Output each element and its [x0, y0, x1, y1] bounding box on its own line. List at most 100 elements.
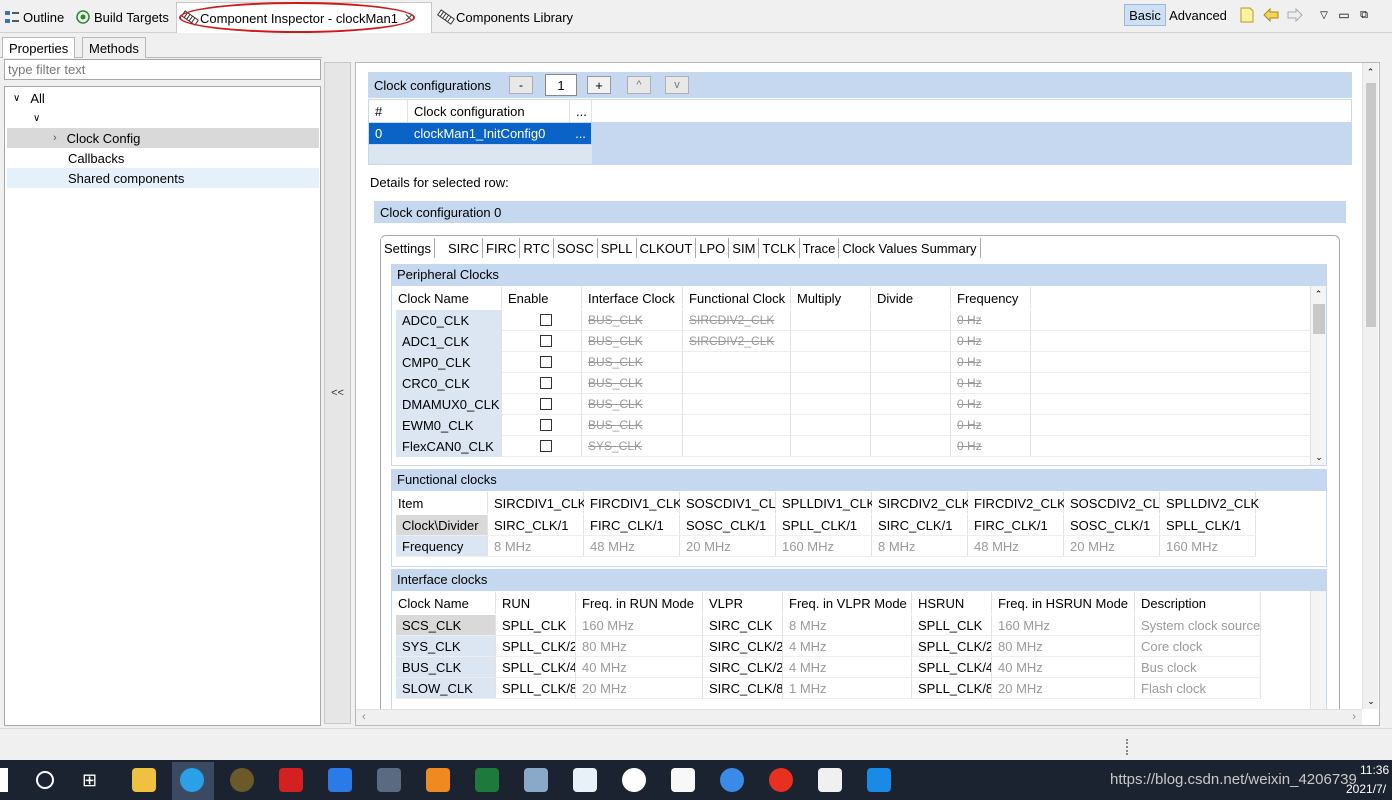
excel-icon[interactable] [475, 768, 499, 792]
enable-checkbox[interactable] [540, 398, 552, 410]
tab-sosc[interactable]: SOSC [554, 238, 598, 258]
dictionary-icon[interactable] [279, 768, 303, 792]
monitor-icon[interactable] [524, 768, 548, 792]
messenger-icon[interactable] [720, 768, 744, 792]
pdf-icon[interactable] [426, 768, 450, 792]
main-vertical-scrollbar[interactable]: ⌃ ⌄ [1362, 63, 1378, 709]
maximize-icon[interactable]: ⧉ [1356, 4, 1372, 26]
w-app-icon[interactable] [818, 768, 842, 792]
enable-checkbox[interactable] [540, 356, 552, 368]
main-horizontal-scrollbar[interactable]: ‹ › [356, 709, 1362, 725]
row-edit-button[interactable]: ... [569, 126, 591, 141]
add-config-button[interactable]: + [587, 76, 611, 94]
peripheral-scrollbar[interactable]: ⌃ ⌄ [1310, 286, 1326, 465]
new-note-icon[interactable] [1238, 4, 1256, 26]
value-cell[interactable]: SPLL_CLK/8 [496, 678, 576, 699]
file-explorer-icon[interactable] [132, 768, 156, 792]
value-cell[interactable]: SPLL_CLK/4 [496, 657, 576, 678]
value-cell[interactable]: SPLL_CLK/2 [912, 636, 992, 657]
tab-lpo[interactable]: LPO [696, 238, 730, 258]
nxp-icon[interactable] [671, 768, 695, 792]
tab-spll[interactable]: SPLL [598, 238, 637, 258]
value-cell[interactable]: SOSC_CLK/1 [1064, 515, 1160, 536]
advanced-button[interactable]: Advanced [1168, 4, 1228, 26]
scroll-right-icon[interactable]: › [1352, 711, 1356, 723]
scroll-up-icon[interactable]: ⌃ [1311, 289, 1326, 300]
tab-clkout[interactable]: CLKOUT [637, 238, 697, 258]
close-icon[interactable]: ✕ [404, 11, 414, 25]
browser-icon[interactable] [180, 768, 204, 792]
forward-arrow-icon[interactable] [1286, 4, 1304, 26]
tree-node-clock-config[interactable]: › Clock Config [7, 128, 319, 148]
scroll-down-icon[interactable]: ⌄ [1311, 452, 1327, 463]
tree-node-all[interactable]: ∨ All [13, 88, 45, 108]
start-button[interactable] [0, 768, 8, 792]
interface-scrollbar[interactable] [1310, 591, 1326, 725]
tab-properties[interactable]: Properties [2, 37, 76, 58]
basic-button[interactable]: Basic [1124, 4, 1166, 26]
table-row[interactable]: 0 clockMan1_InitConfig0 ... [369, 123, 591, 144]
value-cell[interactable]: SIRC_CLK/8 [703, 678, 783, 699]
value-cell[interactable]: SIRC_CLK [703, 615, 783, 636]
enable-checkbox[interactable] [540, 440, 552, 452]
scroll-up-icon[interactable]: ⌃ [1363, 67, 1378, 78]
enable-checkbox[interactable] [540, 419, 552, 431]
tab-tclk[interactable]: TCLK [759, 238, 800, 258]
viewer-icon[interactable] [573, 768, 597, 792]
value-cell[interactable]: SIRC_CLK/2 [703, 636, 783, 657]
scroll-thumb[interactable] [1366, 83, 1376, 327]
tab-rtc[interactable]: RTC [520, 238, 554, 258]
value-cell[interactable]: SPLL_CLK/4 [912, 657, 992, 678]
tab-firc[interactable]: FIRC [483, 238, 521, 258]
value-cell[interactable]: SPLL_CLK [496, 615, 576, 636]
app-icon[interactable] [230, 768, 254, 792]
notes-icon[interactable] [328, 768, 352, 792]
minimize-icon[interactable]: ▭ [1336, 4, 1352, 26]
move-down-button[interactable]: v [665, 76, 689, 94]
enable-checkbox[interactable] [540, 335, 552, 347]
calculator-icon[interactable] [377, 768, 401, 792]
config-count-field[interactable]: 1 [545, 74, 577, 96]
value-cell[interactable]: SIRC_CLK/1 [872, 515, 968, 536]
task-view-icon[interactable]: ⊞ [82, 770, 102, 790]
tab-build-targets[interactable]: Build Targets [75, 3, 169, 31]
value-cell[interactable]: SPLL_CLK/8 [912, 678, 992, 699]
cloud-icon[interactable] [622, 768, 646, 792]
tab-settings[interactable]: Settings [381, 238, 435, 258]
move-up-button[interactable]: ^ [627, 76, 651, 94]
value-cell[interactable]: SPLL_CLK [912, 615, 992, 636]
scroll-down-icon[interactable]: ⌄ [1363, 696, 1379, 707]
chevron-down-icon[interactable]: ∨ [13, 93, 20, 104]
red-app-icon[interactable] [769, 768, 793, 792]
tab-outline[interactable]: Outline [4, 3, 64, 31]
tab-components-library[interactable]: Components Library [437, 3, 573, 31]
tree-node-shared-components[interactable]: Shared components [7, 168, 319, 188]
enable-checkbox[interactable] [540, 377, 552, 389]
scroll-left-icon[interactable]: ‹ [362, 711, 366, 723]
tab-sirc[interactable]: SIRC [445, 238, 484, 258]
value-cell[interactable]: FIRC_CLK/1 [584, 515, 680, 536]
chevron-down-icon[interactable]: ∨ [33, 113, 40, 124]
tab-clock-values-summary[interactable]: Clock Values Summary [839, 238, 981, 258]
value-cell[interactable]: SPLL_CLK/2 [496, 636, 576, 657]
value-cell[interactable]: SIRC_CLK/1 [488, 515, 584, 536]
back-arrow-icon[interactable] [1262, 4, 1280, 26]
chevron-right-icon[interactable]: › [53, 132, 57, 144]
view-menu-icon[interactable]: ▽ [1316, 4, 1332, 26]
enable-checkbox[interactable] [540, 314, 552, 326]
tab-sim[interactable]: SIM [729, 238, 760, 258]
tab-methods[interactable]: Methods [82, 37, 146, 58]
value-cell[interactable]: SPLL_CLK/1 [776, 515, 872, 536]
flash-app-icon[interactable] [867, 768, 891, 792]
filter-input[interactable]: type filter text [4, 59, 321, 80]
tab-trace[interactable]: Trace [800, 238, 840, 258]
remove-config-button[interactable]: - [509, 76, 533, 94]
tab-component-inspector[interactable]: Component Inspector - clockMan1 ✕ [176, 2, 432, 33]
value-cell[interactable]: SPLL_CLK/1 [1160, 515, 1256, 536]
collapse-pane-button[interactable]: << [324, 62, 351, 724]
search-icon[interactable] [36, 771, 54, 789]
value-cell[interactable]: FIRC_CLK/1 [968, 515, 1064, 536]
value-cell[interactable]: SOSC_CLK/1 [680, 515, 776, 536]
scroll-thumb[interactable] [1313, 304, 1325, 334]
tree-node-callbacks[interactable]: Callbacks [68, 148, 124, 168]
